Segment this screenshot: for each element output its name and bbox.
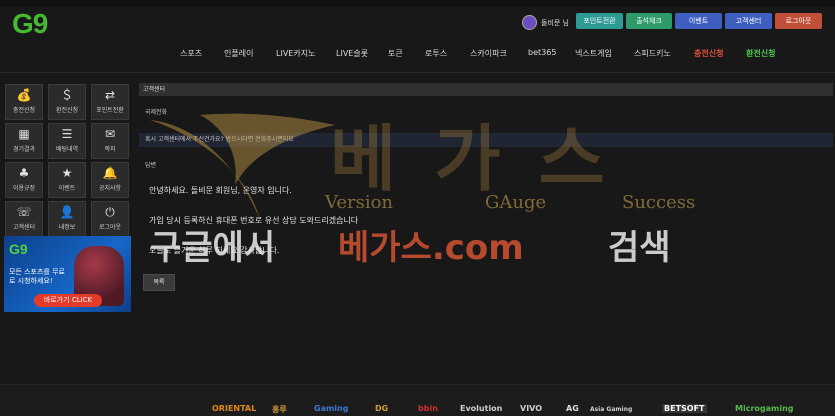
sidebar-item-my-info[interactable]: 👤 내정보 <box>48 201 86 237</box>
watermark-search-c: 검색 <box>608 228 671 268</box>
sidebar-item-label: 쪽지 <box>104 146 116 153</box>
provider-logo-ag: AG <box>566 404 579 413</box>
sidebar-item-label: 고객센터 <box>12 224 36 231</box>
promo-banner[interactable]: G9 모든 스포츠를 무료로 시청하세요! 바로가기 CLICK <box>4 236 131 312</box>
customer-center-button[interactable]: 고객센터 <box>725 13 772 29</box>
banner-logo: G9 <box>9 241 28 257</box>
user-info: 돌비문 님 <box>522 15 569 30</box>
banner-click-button[interactable]: 바로가기 CLICK <box>34 294 102 307</box>
list-icon: ☰ <box>61 127 73 141</box>
nav-item-inplay[interactable]: 인플레이 <box>224 48 253 59</box>
sidebar-item-point-convert[interactable]: ⇄ 포인트전환 <box>91 84 129 120</box>
sidebar-item-label: 공지사항 <box>98 185 122 192</box>
logout-button[interactable]: 로그아웃 <box>775 13 822 29</box>
site-logo[interactable]: G9 <box>12 8 48 40</box>
sidebar-item-label: 이벤트 <box>58 185 76 192</box>
attendance-button[interactable]: 출석체크 <box>626 13 672 29</box>
message-question: 혹시 고객센터에서 주신건가요? 받으시다면 전화주시면되요 <box>139 133 833 147</box>
nav-item-token[interactable]: 토큰 <box>388 48 403 59</box>
money-bag-icon: 💰 <box>16 88 32 102</box>
nav-item-live-slot[interactable]: LIVE슬롯 <box>336 48 368 59</box>
answer-label: 답변 <box>145 162 157 169</box>
provider-logo-evolution: Evolution <box>460 404 503 413</box>
answer-line-3: 오늘도 즐거운 하루 되세요 감사합니다. <box>149 246 280 255</box>
banner-text: 모든 스포츠를 무료로 시청하세요! <box>9 268 65 285</box>
answer-line-2: 가입 당시 등록하신 휴대폰 번호로 유선 상담 도와드리겠습니다 <box>149 216 359 225</box>
user-name: 돌비문 님 <box>541 18 569 27</box>
nav-item-withdraw[interactable]: 환전신청 <box>746 48 775 59</box>
list-button[interactable]: 목록 <box>143 274 175 291</box>
provider-logo-microgaming: Microgaming <box>735 404 794 413</box>
support-icon: ☏ <box>16 205 32 219</box>
watermark-search-b: 베가스.com <box>338 228 524 268</box>
nav-item-live-casino[interactable]: LIVE카지노 <box>276 48 315 59</box>
nav-item-lotus[interactable]: 로투스 <box>425 48 447 59</box>
sidebar-item-label: 이용규정 <box>12 185 36 192</box>
nav-item-nextgame[interactable]: 넥스트게임 <box>575 48 612 59</box>
sidebar-item-label: 충전신청 <box>12 107 36 114</box>
nav-item-bet365[interactable]: bet365 <box>528 48 556 57</box>
sidebar-item-support[interactable]: ☏ 고객센터 <box>5 201 43 237</box>
sidebar-item-deposit[interactable]: 💰 충전신청 <box>5 84 43 120</box>
watermark-word-3: Success <box>622 192 696 213</box>
cash-icon: ＄ <box>60 88 73 102</box>
answer-line-1: 안녕하세요. 돌비문 회원님, 운영자 입니다. <box>149 186 292 195</box>
nav-item-skypark[interactable]: 스카이파크 <box>470 48 507 59</box>
nav-divider <box>0 72 835 73</box>
provider-logo-bbin: bbin <box>418 404 438 413</box>
provider-logo-asia-gaming: Asia Gaming <box>590 406 633 413</box>
sidebar-item-results[interactable]: ▦ 경기결과 <box>5 123 43 159</box>
bell-icon: 🔔 <box>102 166 118 180</box>
sidebar-item-label: 배팅내역 <box>55 146 79 153</box>
clover-icon: ♣ <box>18 166 30 180</box>
provider-logo-oriental: ORIENTAL <box>212 404 257 413</box>
watermark-word-2: GAuge <box>485 192 547 213</box>
main-nav: 스포츠 인플레이 LIVE카지노 LIVE슬롯 토큰 로투스 스카이파크 bet… <box>0 48 835 64</box>
sidebar-item-rules[interactable]: ♣ 이용규정 <box>5 162 43 198</box>
envelope-icon: ✉ <box>104 127 116 141</box>
sidebar-item-label: 내정보 <box>58 224 76 231</box>
provider-logo-dg: DG <box>375 404 389 413</box>
sidebar-item-messages[interactable]: ✉ 쪽지 <box>91 123 129 159</box>
user-icon: 👤 <box>59 205 75 219</box>
sidebar: 💰 충전신청 ＄ 환전신청 ⇄ 포인트전환 ▦ 경기결과 ☰ 배팅내역 ✉ 쪽지… <box>5 84 130 237</box>
sidebar-item-bet-history[interactable]: ☰ 배팅내역 <box>48 123 86 159</box>
nav-item-deposit[interactable]: 충전신청 <box>694 48 723 59</box>
sidebar-item-label: 포인트전환 <box>96 107 124 114</box>
nav-item-speedkeno[interactable]: 스피드키노 <box>634 48 671 59</box>
provider-logo-betsoft: BETSOFT <box>662 404 707 413</box>
calendar-icon: ▦ <box>18 127 30 141</box>
provider-logo-gaming: Gaming <box>314 404 349 413</box>
star-icon: ★ <box>61 166 73 180</box>
event-button[interactable]: 이벤트 <box>675 13 722 29</box>
sidebar-item-label: 경기결과 <box>12 146 36 153</box>
sidebar-item-notice[interactable]: 🔔 공지사항 <box>91 162 129 198</box>
sidebar-item-label: 로그아웃 <box>98 224 122 231</box>
top-strip <box>0 0 835 6</box>
sidebar-item-logout[interactable]: ⏻ 로그아웃 <box>91 201 129 237</box>
message-subject: 국제전화 <box>145 109 168 116</box>
avatar <box>522 15 537 30</box>
provider-logo-hongru: 홍루 <box>272 405 287 414</box>
section-title: 고객센터 <box>139 83 833 96</box>
point-convert-button[interactable]: 포인트전환 <box>576 13 623 29</box>
sidebar-item-event[interactable]: ★ 이벤트 <box>48 162 86 198</box>
exchange-icon: ⇄ <box>104 88 116 102</box>
watermark-word-1: Version <box>325 192 394 213</box>
sidebar-item-withdraw[interactable]: ＄ 환전신청 <box>48 84 86 120</box>
nav-item-sports[interactable]: 스포츠 <box>180 48 202 59</box>
sidebar-item-label: 환전신청 <box>55 107 79 114</box>
power-icon: ⏻ <box>105 205 115 219</box>
provider-logo-vivo: VIVO <box>520 404 543 413</box>
